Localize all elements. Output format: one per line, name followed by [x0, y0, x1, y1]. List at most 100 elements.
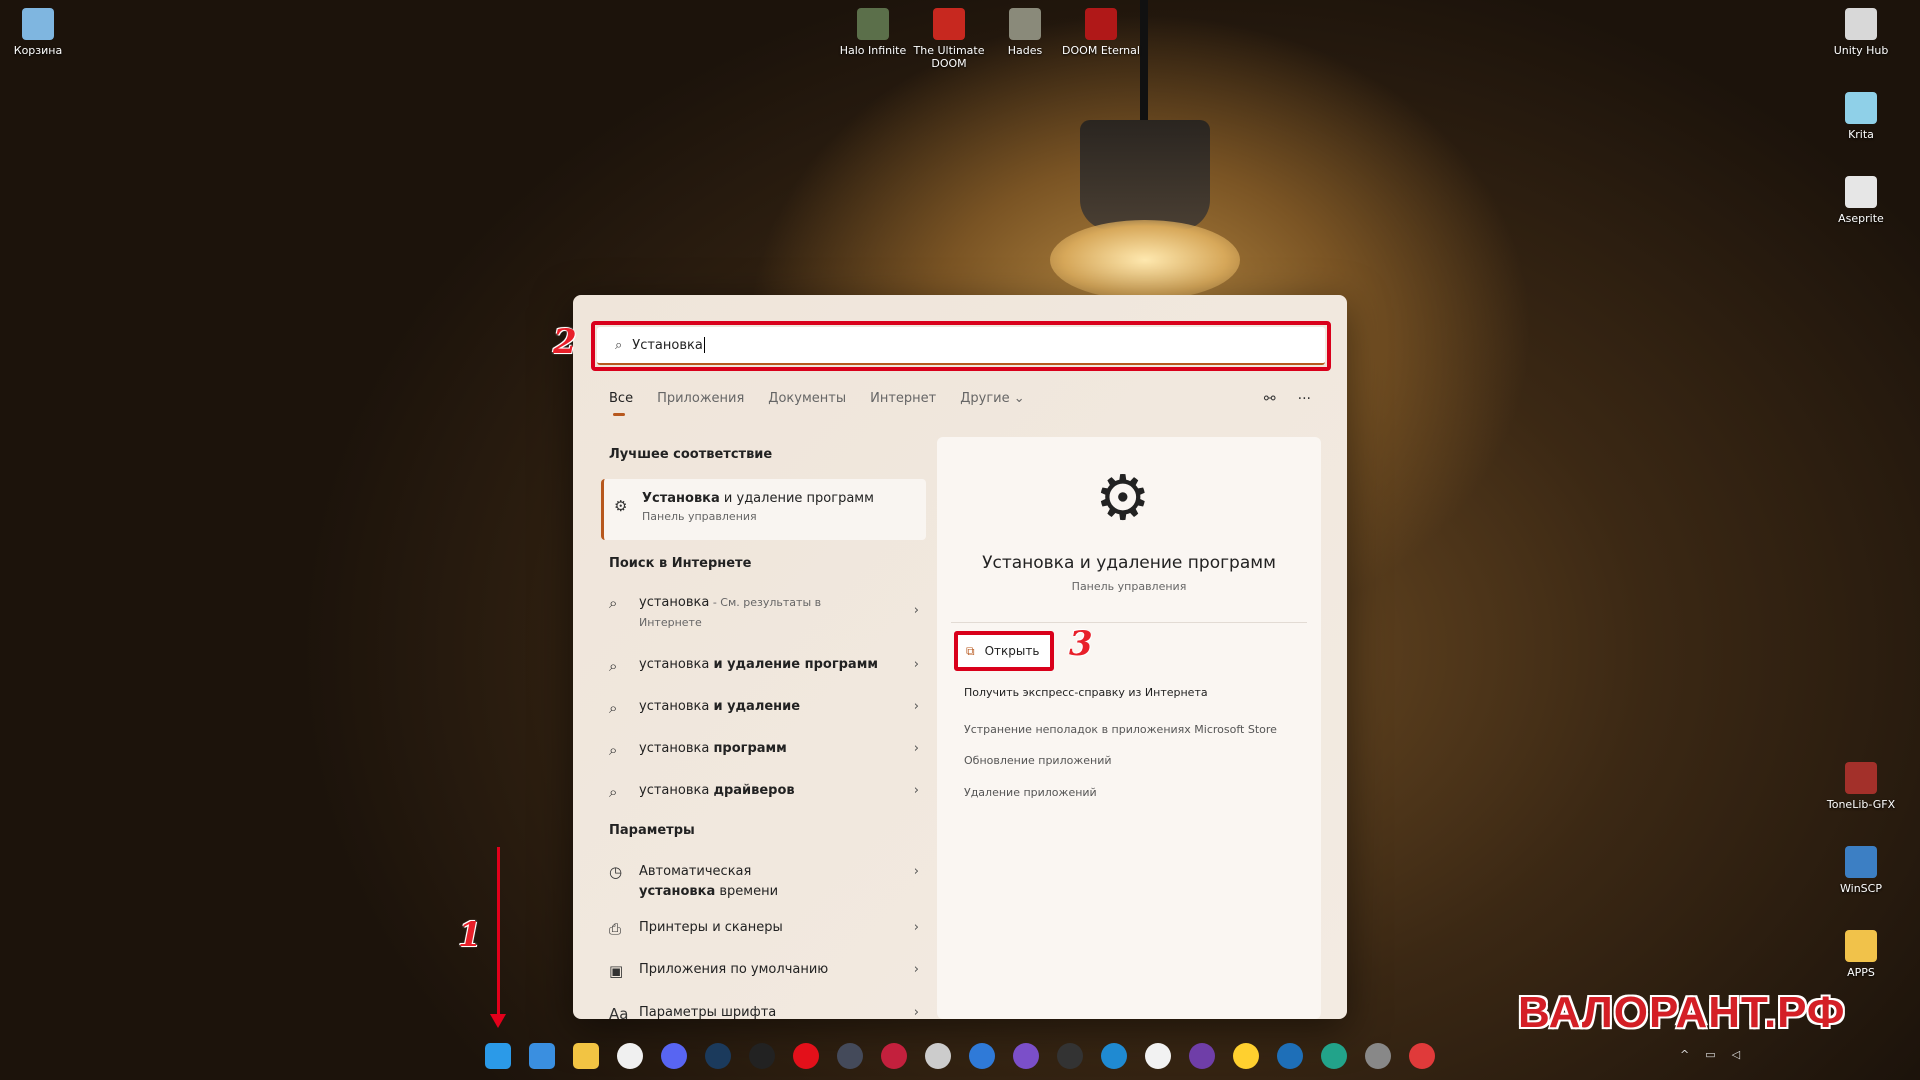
web-search-item[interactable]: ⌕ установка и удаление программ ›	[609, 657, 919, 675]
chevron-right-icon: ›	[913, 657, 919, 672]
item-text: времени	[715, 884, 779, 899]
tab-documents[interactable]: Документы	[768, 391, 846, 406]
chevron-up-icon[interactable]: ^	[1680, 1048, 1689, 1061]
desktop-icon[interactable]: APPS	[1821, 930, 1901, 979]
desktop-icon[interactable]: WinSCP	[1821, 846, 1901, 895]
desktop-icon[interactable]: DOOM Eternal	[1061, 8, 1141, 57]
link-update-apps[interactable]: Обновление приложений	[964, 754, 1112, 767]
chevron-right-icon: ›	[913, 741, 919, 756]
annotation-3: 3	[1069, 624, 1093, 664]
link-quick-help[interactable]: Получить экспресс-справку из Интернета	[964, 686, 1208, 699]
best-match-subtitle: Панель управления	[642, 510, 757, 523]
pycharm-taskbar-icon[interactable]	[1321, 1043, 1347, 1069]
printer-icon: ⎙	[609, 920, 622, 938]
web-search-item[interactable]: ⌕ установка программ ›	[609, 741, 919, 759]
epic-games-taskbar-icon[interactable]	[749, 1043, 775, 1069]
app-icon	[857, 8, 889, 40]
app-icon	[1845, 846, 1877, 878]
chevron-right-icon: ›	[913, 962, 919, 977]
app-icon	[1845, 8, 1877, 40]
default-apps-icon: ▣	[609, 962, 624, 980]
github-desktop-taskbar-icon[interactable]	[1189, 1043, 1215, 1069]
link-troubleshoot-store[interactable]: Устранение неполадок в приложениях Micro…	[964, 723, 1277, 736]
game-taskbar-icon[interactable]	[837, 1043, 863, 1069]
tab-apps[interactable]: Приложения	[657, 391, 744, 406]
item-bold-text: и удаление программ	[713, 657, 878, 672]
network-icon[interactable]: ▭	[1705, 1048, 1715, 1061]
search-icon: ⌕	[609, 657, 618, 675]
obs-taskbar-icon[interactable]	[1057, 1043, 1083, 1069]
web-search-item[interactable]: ⌕ установка драйверов ›	[609, 783, 919, 801]
visual-studio-taskbar-icon[interactable]	[1013, 1043, 1039, 1069]
web-search-item[interactable]: ⌕ установка и удаление ›	[609, 699, 919, 717]
chevron-right-icon: ›	[913, 864, 919, 879]
tab-internet[interactable]: Интернет	[870, 391, 936, 406]
desktop-icon[interactable]: Корзина	[0, 8, 78, 57]
desktop-icon[interactable]: Hades	[985, 8, 1065, 57]
best-match-item[interactable]: ⚙ Установка и удаление программ Панель у…	[601, 479, 926, 540]
settings-item[interactable]: ⎙ Принтеры и сканеры ›	[609, 920, 919, 938]
chevron-right-icon: ›	[913, 920, 919, 935]
item-text: установка	[639, 595, 710, 610]
link-remove-apps[interactable]: Удаление приложений	[964, 786, 1097, 799]
desktop-icon-label: Aseprite	[1838, 212, 1884, 225]
best-match-heading: Лучшее соответствие	[609, 447, 773, 462]
discord-taskbar-icon[interactable]	[661, 1043, 687, 1069]
tab-all[interactable]: Все	[609, 391, 633, 416]
chevron-right-icon: ›	[913, 699, 919, 714]
search-input[interactable]: ⌕ Установка	[597, 327, 1325, 365]
desktop-icon-label: DOOM Eternal	[1062, 44, 1140, 57]
more-options-button[interactable]: ···	[1298, 391, 1311, 407]
account-link-icon[interactable]: ⚯	[1264, 391, 1276, 407]
desktop-icon-label: Halo Infinite	[839, 44, 907, 57]
settings-item[interactable]: ◷ Автоматическая установка времени ›	[609, 862, 919, 902]
settings-item[interactable]: ▣ Приложения по умолчанию ›	[609, 962, 919, 980]
open-external-icon: ⧉	[966, 643, 975, 658]
chevron-right-icon: ›	[913, 603, 919, 618]
desktop-icon[interactable]: Halo Infinite	[833, 8, 913, 57]
app-icon	[1845, 930, 1877, 962]
vscode-taskbar-icon[interactable]	[1101, 1043, 1127, 1069]
app-icon	[1845, 762, 1877, 794]
youtube-music-taskbar-icon[interactable]	[793, 1043, 819, 1069]
volume-icon[interactable]: ◁	[1732, 1048, 1740, 1061]
web-search-item[interactable]: ⌕ установка - См. результаты в Интернете ›	[609, 593, 919, 633]
yandex-browser-taskbar-icon[interactable]	[617, 1043, 643, 1069]
desktop-icon[interactable]: ToneLib-GFX	[1821, 762, 1901, 811]
twitch-like-taskbar-icon[interactable]	[1145, 1043, 1171, 1069]
detail-subtitle: Панель управления	[1071, 580, 1187, 593]
search-value: Установка	[632, 337, 703, 353]
miro-taskbar-icon[interactable]	[1233, 1043, 1259, 1069]
desktop-icon[interactable]: The Ultimate DOOM	[909, 8, 989, 70]
app-icon	[1009, 8, 1041, 40]
annotation-1: 1	[458, 915, 482, 955]
item-text: Автоматическая	[639, 864, 752, 879]
open-button[interactable]: ⧉ Открыть	[954, 631, 1054, 671]
open-label: Открыть	[984, 644, 1040, 658]
app-icon	[22, 8, 54, 40]
start-taskbar-icon[interactable]	[485, 1043, 511, 1069]
desktop-icon[interactable]: Aseprite	[1821, 176, 1901, 225]
divider	[951, 622, 1307, 623]
settings-item[interactable]: Aa Параметры шрифта ›	[609, 1005, 919, 1019]
widgets-taskbar-icon[interactable]	[529, 1043, 555, 1069]
todo-taskbar-icon[interactable]	[969, 1043, 995, 1069]
gear-icon: ⚙	[1095, 461, 1151, 534]
trello-taskbar-icon[interactable]	[1277, 1043, 1303, 1069]
search-icon: ⌕	[609, 594, 618, 612]
file-explorer-taskbar-icon[interactable]	[573, 1043, 599, 1069]
tab-other[interactable]: Другие ⌄	[960, 391, 1024, 406]
desktop-icon[interactable]: Krita	[1821, 92, 1901, 141]
detail-pane: ⚙ Установка и удаление программ Панель у…	[937, 437, 1321, 1019]
text-cursor	[703, 337, 705, 353]
search-icon: ⌕	[615, 337, 623, 353]
rider-taskbar-icon[interactable]	[881, 1043, 907, 1069]
unity-taskbar-icon[interactable]	[925, 1043, 951, 1069]
gimp-taskbar-icon[interactable]	[1365, 1043, 1391, 1069]
system-tray[interactable]: ^ ▭ ◁	[1680, 1048, 1740, 1061]
app-icon	[933, 8, 965, 40]
steam-taskbar-icon[interactable]	[705, 1043, 731, 1069]
opera-taskbar-icon[interactable]	[1409, 1043, 1435, 1069]
app-icon	[1085, 8, 1117, 40]
desktop-icon[interactable]: Unity Hub	[1821, 8, 1901, 57]
